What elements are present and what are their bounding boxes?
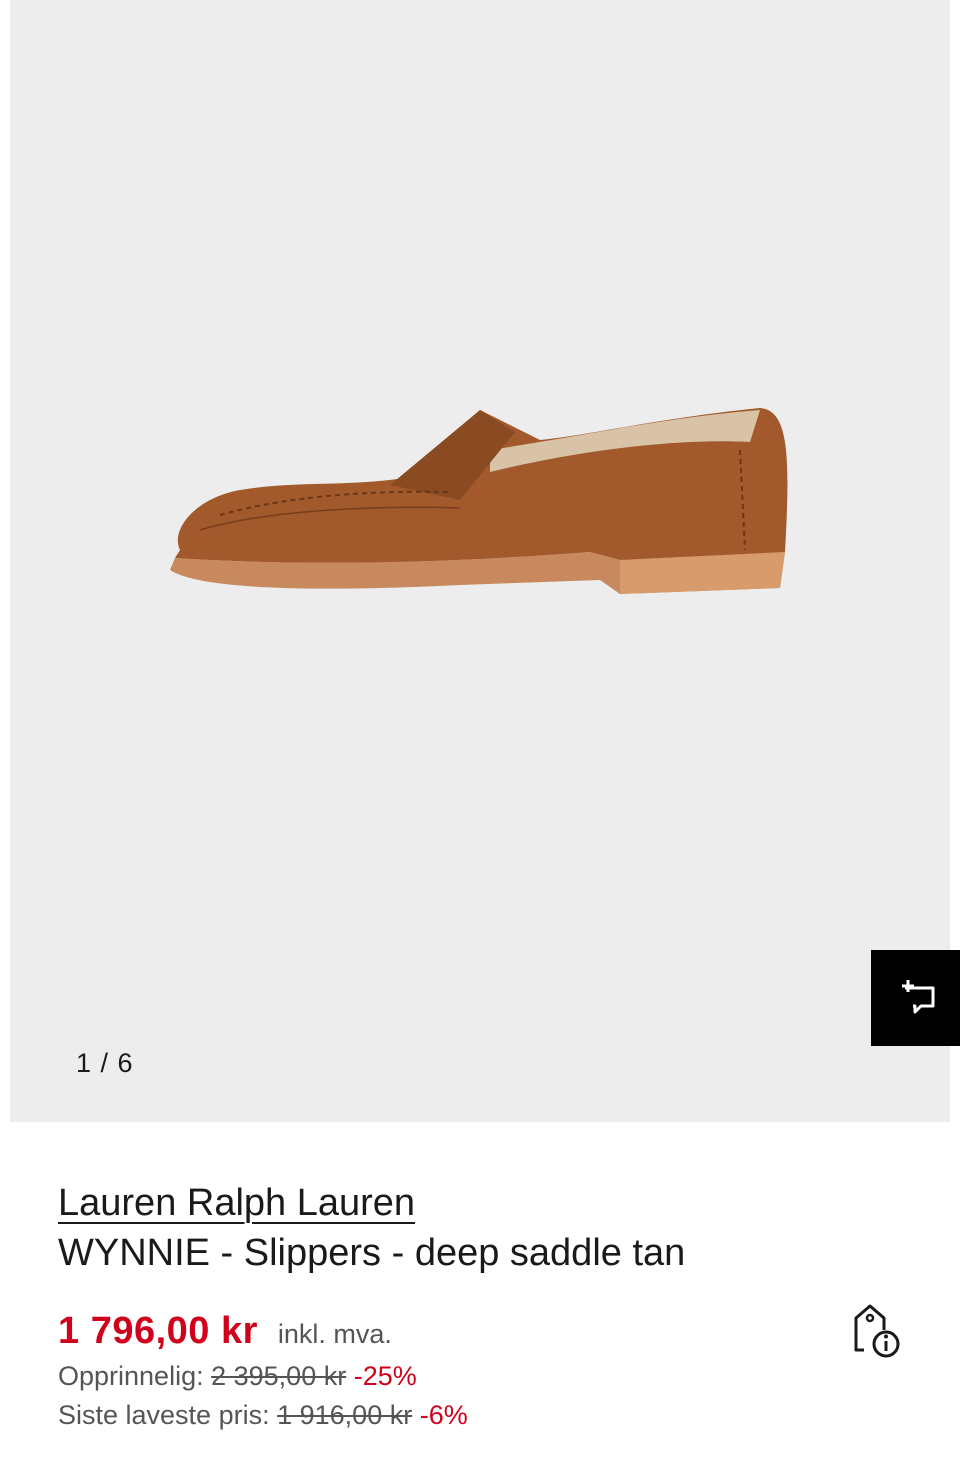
- original-discount: -25%: [353, 1361, 417, 1391]
- lowest-discount: -6%: [419, 1400, 468, 1430]
- product-info: Lauren Ralph Lauren WYNNIE - Slippers - …: [58, 1180, 920, 1431]
- lowest-price: 1 916,00 kr: [277, 1400, 413, 1430]
- price-row: 1 796,00 kr inkl. mva.: [58, 1310, 920, 1353]
- crop-sparkle-icon: [902, 980, 935, 1014]
- product-image-gallery[interactable]: 1 / 6: [10, 0, 960, 1122]
- price-info-button[interactable]: [850, 1300, 906, 1360]
- product-title: WYNNIE - Slippers - deep saddle tan: [58, 1232, 686, 1274]
- product-image-loafer: [170, 408, 788, 594]
- lowest-price-line: Siste laveste pris: 1 916,00 kr -6%: [58, 1400, 920, 1431]
- current-price: 1 796,00 kr: [58, 1310, 258, 1352]
- price-tag-info-icon: [854, 1304, 900, 1358]
- lowest-price-label: Siste laveste pris:: [58, 1400, 270, 1430]
- image-counter: 1 / 6: [76, 1048, 134, 1078]
- original-price-line: Opprinnelig: 2 395,00 kr -25%: [58, 1361, 920, 1392]
- original-price: 2 395,00 kr: [211, 1361, 347, 1391]
- vat-note: inkl. mva.: [277, 1319, 392, 1349]
- find-similar-button[interactable]: [871, 950, 960, 1046]
- brand-link[interactable]: Lauren Ralph Lauren: [58, 1180, 415, 1226]
- original-price-label: Opprinnelig:: [58, 1361, 204, 1391]
